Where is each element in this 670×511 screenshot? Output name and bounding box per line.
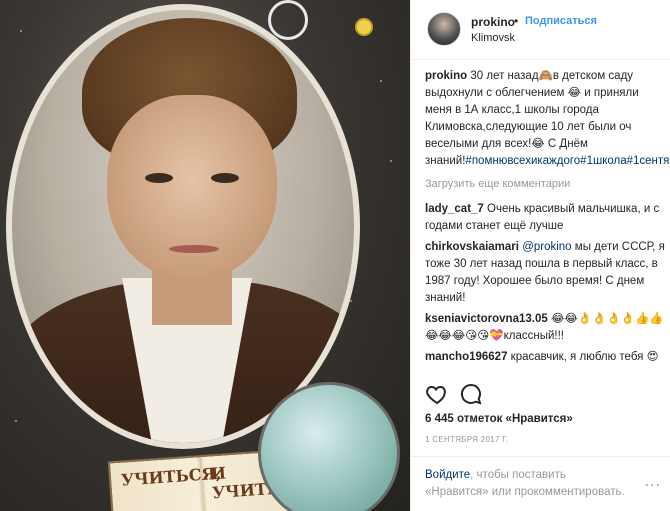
comment-username[interactable]: mancho196627 [425, 351, 507, 363]
decoration-bulb [355, 18, 373, 36]
comment-text: красавчик, я люблю тебя 😍 [507, 351, 659, 363]
face [107, 95, 277, 280]
location-link[interactable]: Klimovsk [471, 32, 515, 44]
left-eye [145, 173, 173, 183]
sparkle [20, 30, 22, 32]
heart-icon[interactable] [425, 382, 449, 406]
follow-button[interactable]: Подписаться [525, 15, 597, 27]
portrait-frame [6, 4, 360, 449]
comment-username[interactable]: chirkovskaiamari [425, 241, 519, 253]
hashtags[interactable]: #помнювсехикаждого#1школа#1сентября [465, 155, 670, 167]
sparkle [350, 300, 352, 302]
sparkle [380, 80, 382, 82]
comment-text: 30 лет назад🙈в детском саду выдохнули с … [425, 70, 639, 167]
mouth [169, 245, 219, 253]
login-prompt-text: Войдите, чтобы поставить «Нравится» или … [425, 467, 630, 501]
caption: prokino 30 лет назад🙈в детском саду выдо… [425, 68, 670, 170]
likes-count[interactable]: 6 445 отметок «Нравится» [425, 413, 573, 425]
separator-dot: • [514, 14, 519, 28]
post-sidebar: prokino • Подписаться Klimovsk prokino 3… [410, 0, 670, 511]
decoration-rope [268, 0, 308, 40]
comment-username[interactable]: kseniavictorovna13.05 [425, 313, 548, 325]
mention-link[interactable]: @prokino [522, 241, 571, 253]
post-photo[interactable]: УЧИТЬСЯ, И УЧИТЬСЯ [0, 0, 410, 511]
comment-item: mancho196627 красавчик, я люблю тебя 😍 [425, 349, 665, 366]
post-date: 1 СЕНТЯБРЯ 2017 Г. [425, 435, 509, 444]
more-options-icon[interactable]: ... [645, 473, 661, 491]
login-prompt: Войдите, чтобы поставить «Нравится» или … [411, 456, 670, 511]
globe [258, 382, 400, 511]
author-username[interactable]: prokino [471, 15, 515, 29]
sparkle [390, 160, 392, 162]
comment-username[interactable]: prokino [425, 70, 467, 82]
book-text-left: УЧИТЬСЯ, [120, 463, 222, 490]
comments-list: prokino 30 лет назад🙈в детском саду выдо… [425, 68, 670, 370]
post-actions [425, 382, 665, 408]
post-header: prokino • Подписаться Klimovsk [411, 0, 670, 60]
load-more-comments[interactable]: Загрузить еще комментарии [425, 176, 665, 193]
login-link[interactable]: Войдите [425, 469, 470, 481]
avatar[interactable] [427, 12, 461, 46]
comment-item: chirkovskaiamari @prokino мы дети СССР, … [425, 239, 665, 307]
comment-username[interactable]: lady_cat_7 [425, 203, 484, 215]
comment-item: kseniavictorovna13.05 😂😂👌👌👌👌👍👍😂😂😂😘😘💝клас… [425, 311, 665, 345]
comment-icon[interactable] [459, 382, 483, 406]
comment-item: lady_cat_7 Очень красивый мальчишка, и с… [425, 201, 665, 235]
right-eye [211, 173, 239, 183]
